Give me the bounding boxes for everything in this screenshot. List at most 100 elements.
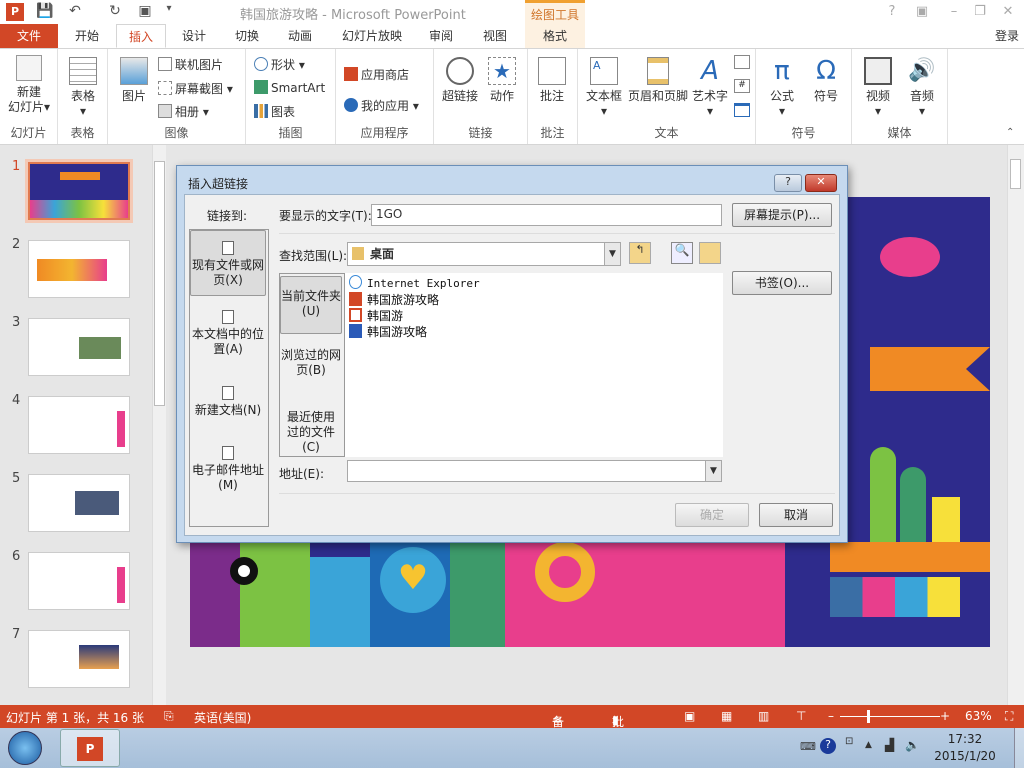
slide-sorter-icon[interactable]: ▦ — [721, 709, 732, 723]
photo-album-button[interactable]: 相册 ▾ — [158, 103, 209, 120]
close-icon[interactable]: ✕ — [998, 4, 1018, 19]
action-button[interactable]: ★ 动作 — [484, 57, 520, 104]
tab-transitions[interactable]: 切换 — [222, 24, 272, 48]
my-apps-button[interactable]: 我的应用 ▾ — [344, 97, 419, 114]
slide-thumbnail[interactable] — [28, 552, 130, 610]
help-tray-icon[interactable]: ? — [820, 738, 836, 754]
file-list[interactable]: Internet Explorer 韩国旅游攻略 韩国游 韩国游攻略 — [344, 273, 723, 457]
zoom-slider[interactable] — [840, 716, 940, 717]
slide-thumbnail[interactable] — [28, 396, 130, 454]
restore-icon[interactable]: ❐ — [970, 4, 990, 19]
collapse-ribbon-icon[interactable]: ⌃ — [1006, 127, 1014, 138]
display-text-input[interactable]: 1GO — [371, 204, 722, 226]
file-item[interactable]: 韩国旅游攻略 — [349, 291, 439, 308]
link-new-document[interactable]: 新建文档(N) — [190, 386, 266, 418]
tab-animations[interactable]: 动画 — [276, 24, 324, 48]
online-pictures-button[interactable]: 联机图片 — [158, 56, 223, 73]
slide-thumbnail[interactable] — [25, 159, 133, 223]
customize-qat-icon[interactable]: ▾ — [160, 3, 178, 21]
recent-files-tab[interactable]: 最近使用过的文件(C) — [280, 410, 342, 455]
browse-web-icon[interactable]: 🔍 — [671, 242, 693, 264]
hyperlink-button[interactable]: 超链接 — [440, 57, 480, 104]
tab-file[interactable]: 文件 — [0, 24, 58, 48]
date-time-icon[interactable] — [734, 55, 750, 69]
bookmark-button[interactable]: 书签(O)... — [732, 271, 832, 295]
language-tray-icon[interactable]: ⊡ — [845, 736, 853, 747]
volume-icon[interactable]: 🔈 — [905, 738, 920, 752]
keyboard-icon[interactable]: ⌨ — [800, 740, 816, 753]
cancel-button[interactable]: 取消 — [759, 503, 833, 527]
current-folder-tab[interactable]: 当前文件夹(U) — [280, 276, 342, 334]
object-icon[interactable] — [734, 103, 750, 117]
slide-thumbnail[interactable] — [28, 318, 130, 376]
audio-button[interactable]: 🔊 音频 ▾ — [902, 57, 942, 119]
fit-slide-icon[interactable]: ⛶ — [1005, 709, 1013, 724]
network-icon[interactable]: ▟ — [885, 738, 894, 752]
tab-design[interactable]: 设计 — [170, 24, 218, 48]
pictures-button[interactable]: 图片 — [116, 57, 152, 104]
ok-button[interactable]: 确定 — [675, 503, 749, 527]
slide-thumbnail[interactable] — [28, 474, 130, 532]
clock[interactable]: 17:32 2015/1/20 — [930, 731, 1000, 765]
browse-file-icon[interactable] — [699, 242, 721, 264]
minimize-icon[interactable]: – — [944, 4, 964, 19]
comment-button[interactable]: 批注 — [534, 57, 570, 104]
slide-thumbnail[interactable] — [28, 630, 130, 688]
zoom-slider-thumb[interactable] — [867, 710, 870, 723]
tab-insert[interactable]: 插入 — [116, 24, 166, 48]
store-button[interactable]: 应用商店 — [344, 66, 409, 83]
show-desktop-button[interactable] — [1014, 728, 1024, 768]
header-footer-button[interactable]: 页眉和页脚 — [626, 57, 690, 104]
equation-button[interactable]: π 公式 ▾ — [762, 57, 802, 119]
reading-view-icon[interactable]: ▥ — [758, 709, 769, 723]
redo-icon[interactable]: ↻ — [106, 3, 124, 21]
address-input[interactable]: ▼ — [347, 460, 722, 482]
table-button[interactable]: 表格 ▾ — [62, 57, 104, 119]
editor-scrollbar[interactable] — [1007, 145, 1024, 705]
tab-view[interactable]: 视图 — [472, 24, 518, 48]
zoom-level[interactable]: 63% — [965, 709, 992, 723]
scroll-thumb[interactable] — [154, 161, 165, 406]
link-place-in-document[interactable]: 本文档中的位置(A) — [190, 310, 266, 357]
slide-number-icon[interactable]: # — [734, 79, 750, 93]
start-button[interactable] — [8, 731, 42, 765]
chart-button[interactable]: 图表 — [254, 103, 295, 120]
tab-slideshow[interactable]: 幻灯片放映 — [334, 24, 410, 48]
chevron-down-icon[interactable]: ▼ — [604, 243, 620, 265]
file-item[interactable]: 韩国游 — [349, 307, 403, 324]
zoom-in-button[interactable]: + — [940, 709, 950, 723]
screenshot-button[interactable]: 屏幕截图 ▾ — [158, 80, 233, 97]
textbox-button[interactable]: A 文本框 ▾ — [584, 57, 624, 119]
normal-view-icon[interactable]: ▣ — [684, 709, 695, 723]
help-icon[interactable]: ? — [882, 4, 902, 19]
tab-format[interactable]: 格式 — [525, 24, 585, 48]
scroll-thumb[interactable] — [1010, 159, 1021, 189]
spell-check-icon[interactable]: ⎘ — [164, 709, 174, 724]
zoom-out-button[interactable]: – — [828, 709, 834, 723]
taskbar-powerpoint[interactable]: P — [60, 729, 120, 767]
slideshow-icon[interactable]: ⊤ — [796, 709, 806, 723]
up-folder-icon[interactable]: ↰ — [629, 242, 651, 264]
link-existing-file[interactable]: 现有文件或网页(X) — [190, 230, 266, 296]
tab-review[interactable]: 审阅 — [418, 24, 464, 48]
shapes-button[interactable]: 形状 ▾ — [254, 56, 305, 73]
smartart-button[interactable]: SmartArt — [254, 80, 325, 95]
language[interactable]: 英语(美国) — [194, 709, 251, 726]
file-item[interactable]: 韩国游攻略 — [349, 323, 427, 340]
symbol-button[interactable]: Ω 符号 — [806, 57, 846, 104]
look-in-dropdown[interactable]: 桌面 ▼ — [347, 242, 621, 266]
close-icon[interactable]: ✕ — [805, 174, 837, 192]
wordart-button[interactable]: A 艺术字 ▾ — [690, 57, 730, 119]
file-item[interactable]: Internet Explorer — [349, 275, 480, 290]
video-button[interactable]: 视频 ▾ — [858, 57, 898, 119]
undo-icon[interactable]: ↶ — [66, 3, 84, 21]
help-button[interactable]: ? — [774, 174, 802, 192]
show-hidden-icons[interactable]: ▲ — [865, 740, 872, 750]
ribbon-display-options-icon[interactable]: ▣ — [912, 4, 932, 19]
link-email-address[interactable]: 电子邮件地址(M) — [190, 446, 266, 493]
start-from-beginning-icon[interactable]: ▣ — [136, 3, 154, 21]
save-icon[interactable]: 💾 — [36, 3, 54, 21]
tab-home[interactable]: 开始 — [62, 24, 112, 48]
browsed-pages-tab[interactable]: 浏览过的网页(B) — [280, 348, 342, 378]
screentip-button[interactable]: 屏幕提示(P)... — [732, 203, 832, 227]
